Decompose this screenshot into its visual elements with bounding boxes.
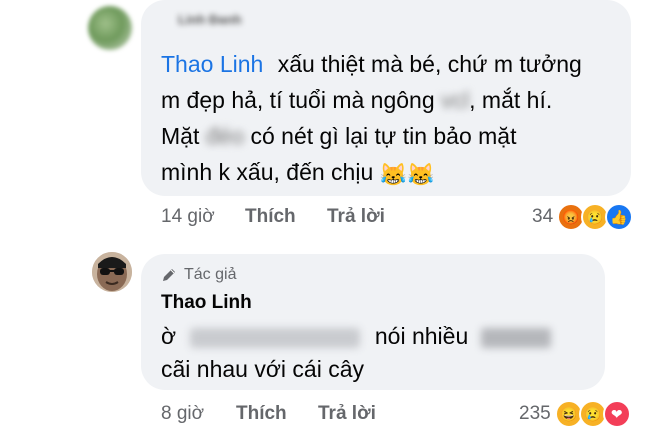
comment-text: ờ nói nhiều cãi nhau với cái cây [161,320,601,386]
crying-cat-emoji: 😹😹 [379,162,435,187]
reply-button[interactable]: Trả lời [318,403,376,425]
comment-text: Thao Linh xấu thiệt mà bé, chứ m tưởng m… [161,46,621,193]
blurred-word: đéo [205,123,245,149]
comment-time[interactable]: 8 giờ [161,403,204,425]
blurred-segment [190,327,361,348]
mention-link[interactable]: Thao Linh [161,51,263,77]
reaction-count: 235 [519,403,551,424]
blurred-word: vcl [441,87,470,113]
reply-button[interactable]: Trả lời [327,206,385,228]
comment-line: có nét gì lại tự tin bảo mặt [250,123,517,149]
comment-line: ờ [161,323,177,349]
author-badge-label: Tác giả [184,266,237,283]
comment-line: Mặt [161,123,200,149]
comment-line: mình k xấu, đến chịu [161,159,374,185]
commenter-avatar[interactable] [88,6,132,50]
like-button[interactable]: Thích [245,206,296,228]
reaction-count: 34 [532,206,554,227]
author-badge: Tác giả [160,266,236,284]
reaction-summary[interactable]: 34 😡 😢 👍 [532,203,634,231]
like-button[interactable]: Thích [236,403,287,425]
comment-line: xấu thiệt mà bé, chứ m tưởng [271,51,582,77]
comment-line: m đẹp hả, tí tuổi mà ngông [161,87,435,113]
love-icon: ❤ [602,400,631,428]
like-icon: 👍 [605,203,634,231]
comment-author-name[interactable]: Linh Đanh [178,12,242,27]
author-avatar[interactable] [92,252,132,292]
comment-line: cãi nhau với cái cây [161,356,365,382]
pen-icon [163,269,175,281]
comment-line: , mắt hí. [469,87,553,113]
reaction-summary[interactable]: 235 😆 😢 ❤ [519,400,631,428]
comment-line: nói nhiều [374,323,469,349]
comment-author-name[interactable]: Thao Linh [161,292,252,314]
blurred-segment [480,327,551,348]
comment-time[interactable]: 14 giờ [161,206,215,228]
